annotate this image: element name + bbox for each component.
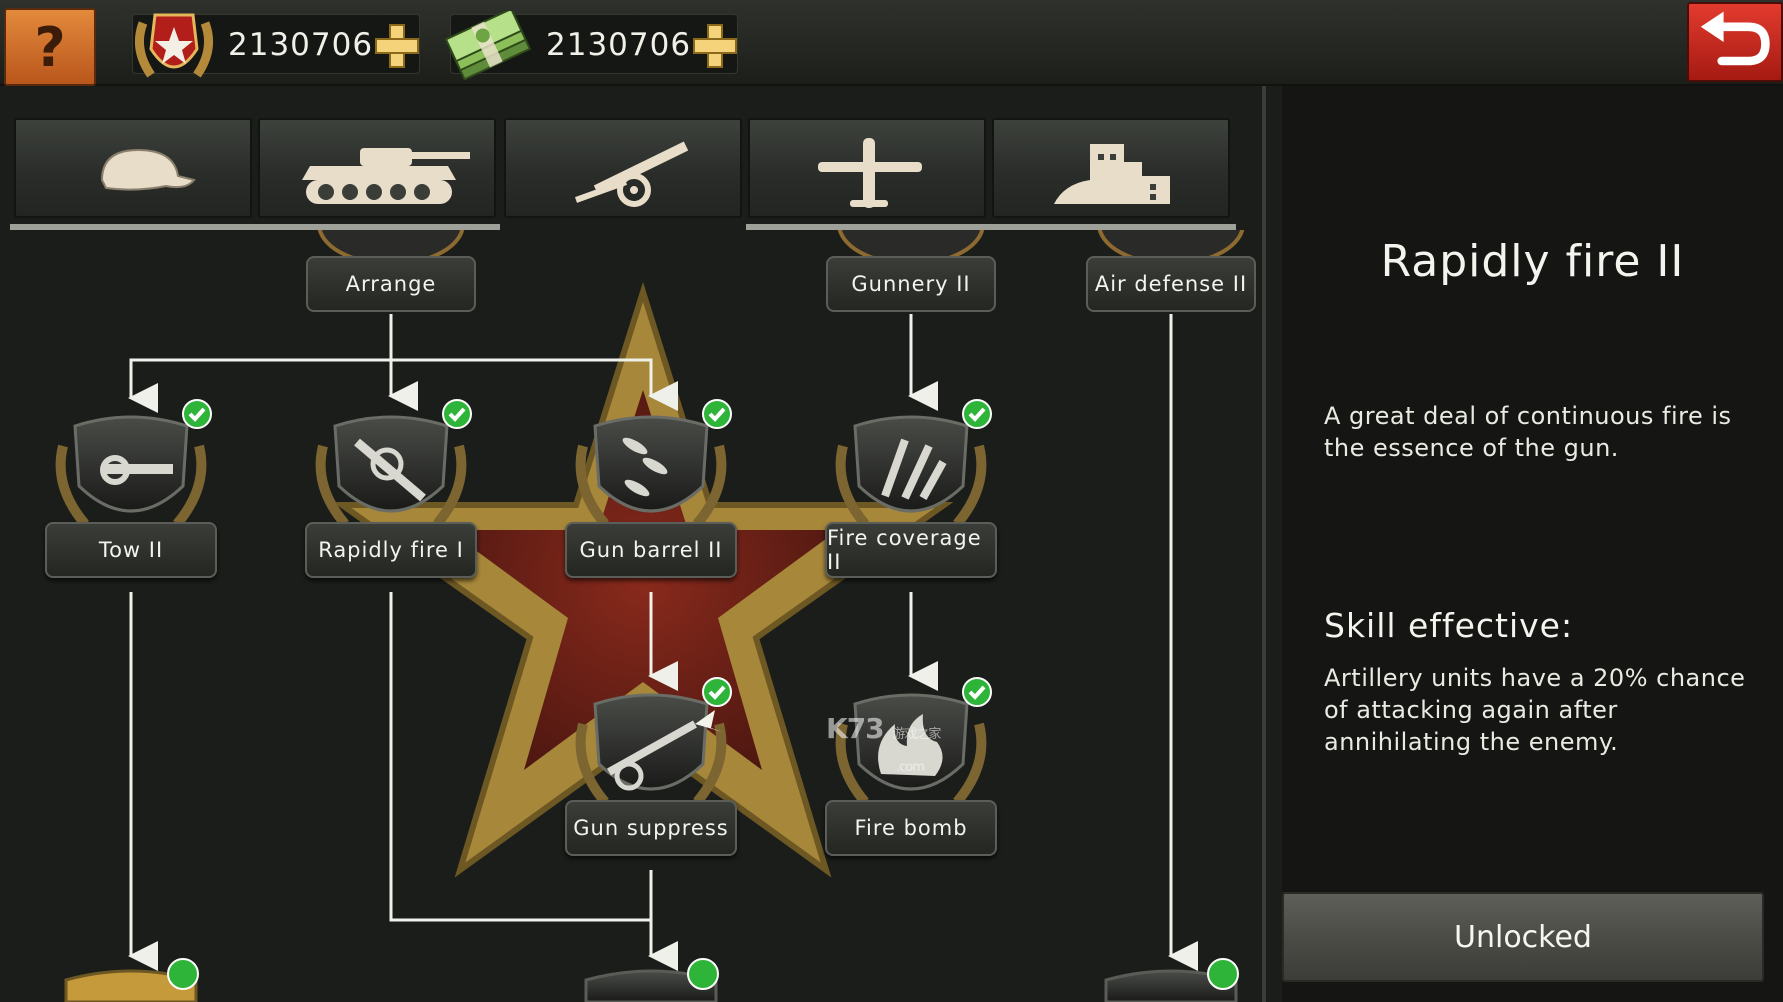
skill-label: Fire bomb [825, 800, 997, 856]
bottom-shields [64, 958, 1239, 1002]
tree-background [64, 230, 1245, 1002]
medal-counter: 2130706 [132, 13, 420, 78]
unlocked-check-icon [962, 399, 992, 429]
skill-label: Fire coverage II [825, 522, 997, 578]
medal-count: 2130706 [228, 27, 374, 63]
cash-icon [444, 11, 532, 81]
skill-node-arrange[interactable]: Arrange [306, 256, 476, 312]
back-arrow-icon [1700, 11, 1770, 66]
skill-label: Gun suppress [565, 800, 737, 856]
help-button[interactable]: ? [4, 8, 96, 86]
add-cash-button[interactable] [691, 22, 737, 68]
watermark-sub: 游戏之家 [892, 727, 941, 742]
tab-armor[interactable] [258, 118, 496, 218]
skill-effect-heading: Skill effective: [1324, 606, 1574, 645]
skill-node-gun-barrel-ii[interactable]: Gun barrel II [565, 399, 737, 596]
tank-icon [302, 148, 470, 204]
unlocked-check-icon [702, 677, 732, 707]
panel-divider [1262, 86, 1266, 1002]
skill-node-fire-coverage-ii[interactable]: Fire coverage II [825, 399, 997, 596]
tab-air[interactable] [748, 118, 986, 218]
skill-detail-panel: Rapidly fire II A great deal of continuo… [1282, 86, 1783, 1002]
artillery-cannon-icon [574, 141, 689, 207]
skill-description: A great deal of continuous fire is the e… [1324, 402, 1732, 462]
skill-tree: Arrange Gunnery II Air defense II Tow II… [0, 230, 1265, 1002]
unlocked-button[interactable]: Unlocked [1282, 892, 1764, 982]
unlocked-check-icon [702, 399, 732, 429]
unlocked-check-icon [962, 677, 992, 707]
skill-label: Tow II [45, 522, 217, 578]
skill-label: Gun barrel II [565, 522, 737, 578]
skill-title: Rapidly fire II [1380, 236, 1685, 287]
watermark-domain: .com [896, 760, 925, 775]
help-label: ? [34, 15, 66, 79]
cash-counter: 2130706 [444, 11, 738, 81]
skill-node-gunnery-ii[interactable]: Gunnery II [826, 256, 996, 312]
unlocked-check-icon [442, 399, 472, 429]
unlocked-check-icon [182, 399, 212, 429]
skill-node-rapidly-fire-i[interactable]: Rapidly fire I [305, 399, 477, 596]
warship-icon [1054, 144, 1170, 204]
tab-artillery[interactable] [504, 118, 742, 218]
airplane-icon [818, 138, 922, 208]
cash-count: 2130706 [546, 27, 692, 63]
medal-icon [134, 13, 214, 78]
skill-node-gun-suppress[interactable]: Gun suppress [565, 677, 737, 874]
skill-node-tow-ii[interactable]: Tow II [45, 399, 217, 596]
helmet-icon [100, 148, 196, 191]
skill-label: Rapidly fire I [305, 522, 477, 578]
top-bar: ? 2130706 2130706 [0, 0, 1783, 86]
skill-node-air-defense-ii[interactable]: Air defense II [1086, 256, 1256, 312]
tab-navy[interactable] [992, 118, 1230, 218]
tab-infantry[interactable] [14, 118, 252, 218]
watermark-main: K73 [826, 712, 885, 745]
watermark: K73 游戏之家 .com [826, 712, 941, 778]
back-button[interactable] [1687, 2, 1783, 82]
add-medal-button[interactable] [373, 22, 419, 68]
skill-effect-text: Artillery units have a 20% chance of att… [1324, 664, 1746, 756]
